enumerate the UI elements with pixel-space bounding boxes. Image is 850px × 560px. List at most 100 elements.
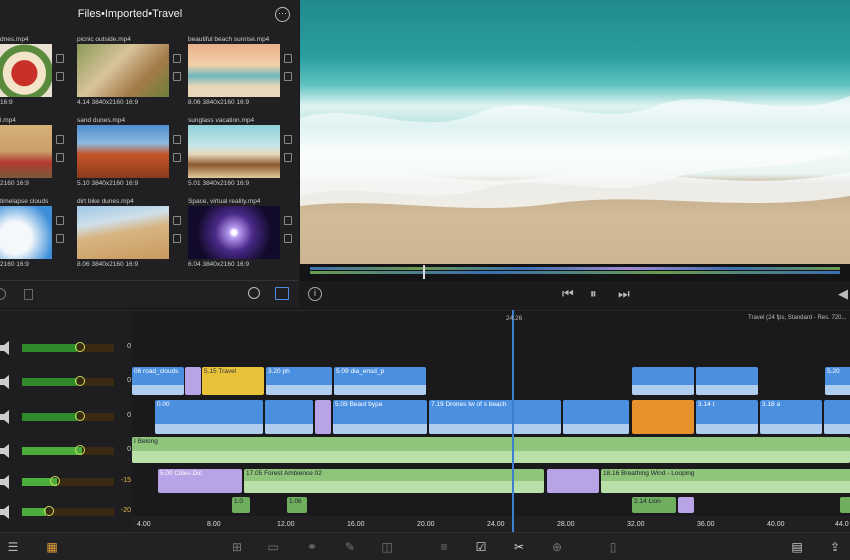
volume-knob[interactable] bbox=[75, 445, 85, 455]
audio-clip[interactable]: I Belong bbox=[132, 437, 850, 463]
audio-clip[interactable] bbox=[678, 497, 694, 513]
timeline-playhead[interactable] bbox=[512, 310, 514, 532]
media-clip[interactable]: Space, virtual reality.mp4 6.04 3840x216… bbox=[188, 198, 293, 273]
select-icon[interactable]: ☑ bbox=[474, 540, 488, 554]
insert-icon[interactable]: ⊞ bbox=[230, 540, 244, 554]
clip-thumbnail bbox=[0, 206, 52, 259]
timeline-clip[interactable]: 5.20 bbox=[825, 367, 850, 395]
info-icon[interactable]: i bbox=[308, 287, 322, 301]
trash-icon[interactable] bbox=[24, 289, 33, 300]
speaker-icon[interactable] bbox=[0, 475, 11, 489]
audio-clip[interactable]: 2.14 Lion bbox=[632, 497, 676, 513]
search-icon[interactable] bbox=[248, 287, 260, 299]
level-meter[interactable] bbox=[22, 342, 114, 352]
timeline-clip[interactable] bbox=[265, 400, 313, 434]
media-clip[interactable]: sunglass vacation.mp4 5.01 3840x2160 16:… bbox=[188, 117, 293, 192]
record-icon[interactable] bbox=[0, 288, 6, 300]
clip-name: sand dunes.mp4 bbox=[77, 117, 126, 124]
level-meter[interactable] bbox=[22, 476, 114, 486]
timeline-clip[interactable] bbox=[632, 400, 694, 434]
timeline-clip[interactable]: 06 road_clouds bbox=[132, 367, 184, 395]
audio-clip[interactable]: 17.05 Forest Ambience 02 bbox=[244, 469, 544, 493]
audio-clip[interactable] bbox=[840, 497, 850, 513]
media-clip[interactable]: picnic outside.mp4 4.14 3840x2160 16:9 bbox=[77, 36, 182, 111]
timeline-clip[interactable] bbox=[563, 400, 629, 434]
speaker-icon[interactable] bbox=[0, 505, 11, 519]
overwrite-icon[interactable]: ▭ bbox=[266, 540, 280, 554]
add-icon[interactable]: ⊕ bbox=[550, 540, 564, 554]
clip-label: 1.06 bbox=[289, 498, 302, 505]
audio-clip[interactable]: 1.0 bbox=[232, 497, 250, 513]
share-icon[interactable]: ⇪ bbox=[828, 540, 842, 554]
timeline-clip[interactable] bbox=[632, 367, 694, 395]
video-preview[interactable] bbox=[300, 0, 850, 264]
timeline-clip[interactable]: 3.20 ph bbox=[266, 367, 332, 395]
transition-clip[interactable] bbox=[315, 400, 331, 434]
audio-clip[interactable]: 5.00 Cities Dic bbox=[158, 469, 242, 493]
clip-label: 5.09 Beaut bypa bbox=[335, 401, 383, 408]
level-meter[interactable] bbox=[22, 411, 114, 421]
volume-knob[interactable] bbox=[75, 342, 85, 352]
scrubber-playhead[interactable] bbox=[423, 265, 425, 279]
timeline-lanes[interactable]: 06 road_clouds 5.15 Travel 3.20 ph 5.09 … bbox=[132, 311, 850, 533]
speaker-icon[interactable] bbox=[0, 341, 11, 355]
level-meter[interactable] bbox=[22, 445, 114, 455]
ruler-tick: 4.00 bbox=[137, 521, 151, 528]
clip-thumbnail bbox=[77, 44, 169, 97]
timeline-clip[interactable]: 5.09 Beaut bypa bbox=[333, 400, 427, 434]
audio-icon bbox=[173, 72, 181, 81]
link-icon[interactable]: ⚭ bbox=[305, 540, 319, 554]
audio-clip[interactable]: 1.06 bbox=[287, 497, 307, 513]
media-clip[interactable]: beautiful beach sunrise.mp4 8.06 3840x21… bbox=[188, 36, 293, 111]
list-view-icon[interactable] bbox=[275, 287, 289, 300]
skip-back-icon[interactable]: ⏮ bbox=[562, 287, 574, 301]
audio-clip[interactable]: 18.16 Breathing Wind - Looping bbox=[601, 469, 850, 493]
timeline-clip[interactable]: 0.00 bbox=[155, 400, 263, 434]
timeline-clip[interactable]: 5.09 dia_ensd_p bbox=[334, 367, 426, 395]
more-options-icon[interactable]: ··· bbox=[275, 7, 290, 22]
timeline-clip[interactable] bbox=[696, 367, 758, 395]
timeline-clip[interactable]: 5.15 Travel bbox=[202, 367, 264, 395]
media-clip[interactable]: sand dunes.mp4 5.10 3840x2160 16:9 bbox=[77, 117, 182, 192]
volume-knob[interactable] bbox=[50, 476, 60, 486]
clip-thumbnail bbox=[188, 44, 280, 97]
clip-meta: 16:9 bbox=[0, 99, 13, 106]
layout-icon[interactable]: ▤ bbox=[790, 540, 804, 554]
timeline[interactable]: 0 0 0 0 -15 -20 06 road_clouds 5.15 Trav… bbox=[0, 310, 850, 533]
volume-icon[interactable]: ◀ bbox=[838, 287, 848, 301]
clip-meta: 5.01 3840x2160 16:9 bbox=[188, 180, 250, 187]
time-ruler[interactable]: 4.00 8.00 12.00 16.00 20.00 24.00 28.00 … bbox=[132, 516, 850, 533]
volume-knob[interactable] bbox=[75, 411, 85, 421]
timeline-clip[interactable]: 3.18 a bbox=[760, 400, 822, 434]
audio-clip[interactable] bbox=[547, 469, 599, 493]
timeline-clip[interactable]: 7.19 Drones tw of s beach bbox=[429, 400, 561, 434]
speaker-icon[interactable] bbox=[0, 410, 11, 424]
snapshot-icon[interactable]: ◫ bbox=[380, 540, 394, 554]
volume-knob[interactable] bbox=[44, 506, 54, 516]
preview-scrubber[interactable] bbox=[300, 264, 850, 281]
media-clip[interactable]: dirt bike dunes.mp4 8.06 3840x2160 16:9 bbox=[77, 198, 182, 273]
speaker-icon[interactable] bbox=[0, 375, 11, 389]
clip-name: dirt bike dunes.mp4 bbox=[77, 198, 134, 205]
timeline-clip[interactable] bbox=[824, 400, 850, 434]
split-icon[interactable]: ✂ bbox=[512, 540, 526, 554]
preview-image bbox=[300, 96, 850, 208]
level-meter[interactable] bbox=[22, 376, 114, 386]
volume-knob[interactable] bbox=[75, 376, 85, 386]
pause-icon[interactable]: ⏸ bbox=[590, 287, 597, 301]
transition-clip[interactable] bbox=[185, 367, 201, 395]
pen-icon[interactable]: ✎ bbox=[343, 540, 357, 554]
media-browser: Files•Imported•Travel ··· dnes.mp4 16:9 … bbox=[0, 0, 299, 307]
level-meter[interactable] bbox=[22, 506, 114, 516]
audio-icon bbox=[284, 153, 292, 162]
video-icon bbox=[173, 135, 181, 144]
project-settings-icon[interactable]: ☰ bbox=[6, 540, 20, 554]
multitrack-icon[interactable]: ▦ bbox=[45, 540, 59, 554]
speaker-icon[interactable] bbox=[0, 444, 11, 458]
text-icon[interactable]: ≡ bbox=[437, 540, 451, 554]
skip-forward-icon[interactable]: ⏭ bbox=[618, 287, 630, 301]
timeline-clip[interactable]: 3.14 t bbox=[696, 400, 758, 434]
clip-thumbnail bbox=[188, 125, 280, 178]
delete-icon[interactable]: ▯ bbox=[606, 540, 620, 554]
clip-label: 06 road_clouds bbox=[134, 368, 179, 375]
